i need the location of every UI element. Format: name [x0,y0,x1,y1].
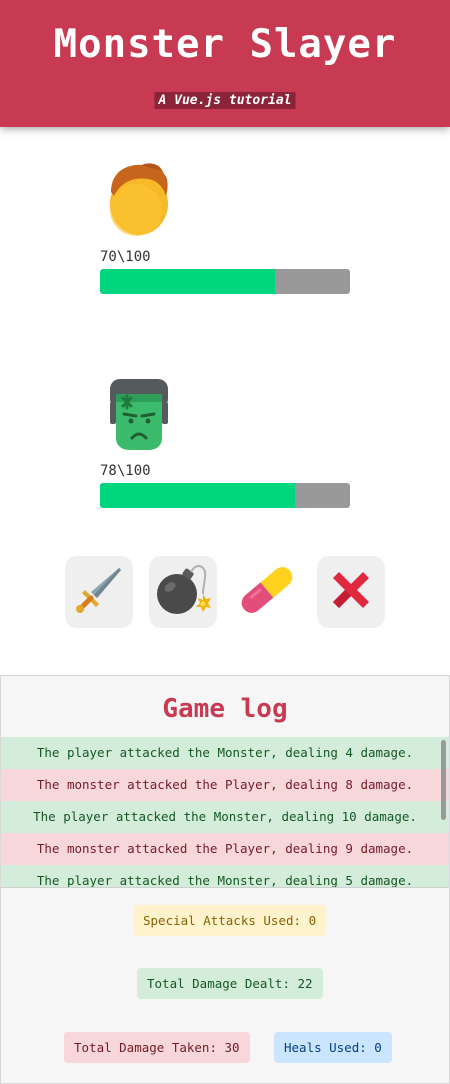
player-health-bar [100,269,350,294]
player-health-fill [100,269,275,294]
log-entry: The player attacked the Monster, dealing… [1,801,449,833]
monster-face-icon [106,376,172,452]
log-scrollbar[interactable] [441,740,446,820]
cross-icon [325,564,377,620]
app-header: Monster Slayer A Vue.js tutorial [0,0,450,127]
log-entry: The player attacked the Monster, dealing… [1,737,449,769]
damage-dealt-stat: Total Damage Dealt: 22 [137,968,323,999]
player-hp-text: 70\100 [100,249,151,265]
player-face-icon [106,162,172,238]
app-subtitle: A Vue.js tutorial [154,92,296,109]
log-entry: The monster attacked the Player, dealing… [1,769,449,801]
game-log-title: Game log [162,694,288,724]
heals-stat: Heals Used: 0 [274,1032,392,1063]
monster-health-bar [100,483,350,508]
special-attack-button[interactable] [149,556,217,628]
monster-hp-text: 78\100 [100,463,151,479]
give-up-button[interactable] [317,556,385,628]
game-log-list[interactable]: The player attacked the Monster, dealing… [1,737,449,888]
log-entry: The player attacked the Monster, dealing… [1,865,449,887]
heal-button[interactable] [233,556,301,628]
log-entry: The monster attacked the Player, dealing… [1,833,449,865]
sword-icon [73,564,125,620]
game-log-panel: Game log The player attacked the Monster… [0,675,450,1084]
pill-icon [239,562,295,622]
damage-taken-stat: Total Damage Taken: 30 [64,1032,250,1063]
bomb-icon [153,560,213,624]
app-title: Monster Slayer [53,22,397,67]
special-attacks-stat: Special Attacks Used: 0 [133,905,327,936]
monster-health-fill [100,483,295,508]
attack-button[interactable] [65,556,133,628]
